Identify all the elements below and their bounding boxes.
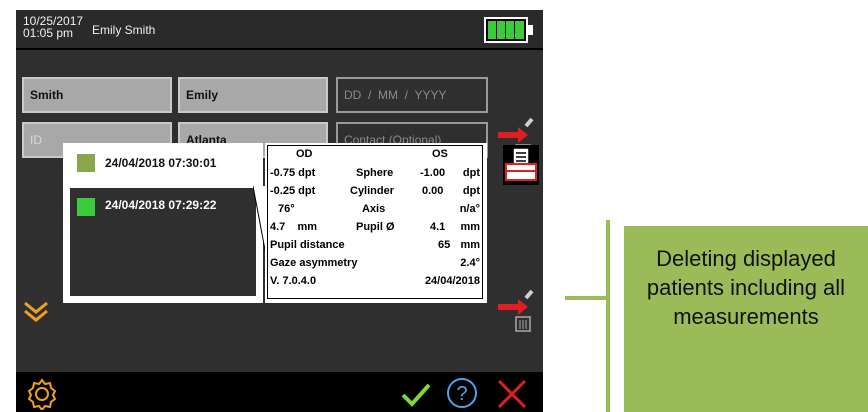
last-name-field[interactable]: Smith [22, 77, 172, 113]
pupil-distance-label: Pupil distance [270, 239, 345, 251]
measure-name: Cylinder [350, 185, 395, 197]
gaze-asymmetry-label: Gaze asymmetry [270, 257, 358, 269]
os-unit: dpt [462, 167, 480, 179]
os-unit: dpt [462, 185, 480, 197]
record-marker [77, 154, 95, 172]
record-label: 24/04/2018 07:29:22 [105, 198, 217, 212]
measurement-table: OD OS -0.75 dpt Sphere -1.00 dpt -0.25 d… [267, 145, 483, 299]
od-value: 76° [278, 203, 295, 215]
status-bar: 10/25/2017 01:05 pm Emily Smith [16, 10, 543, 48]
list-item-selected[interactable]: 24/04/2018 07:29:22 [70, 188, 256, 296]
user-name: Emily Smith [92, 23, 156, 37]
callout-box: Deleting displayed patients including al… [624, 226, 868, 412]
device-screen: 10/25/2017 01:05 pm Emily Smith Smith Em… [16, 10, 543, 412]
measure-name: Sphere [356, 167, 394, 179]
gear-icon[interactable] [26, 378, 58, 410]
first-name-field[interactable]: Emily [178, 77, 328, 113]
measurement-detail: OD OS -0.75 dpt Sphere -1.00 dpt -0.25 d… [265, 143, 487, 303]
od-value: 4.7 mm [270, 221, 318, 233]
battery-icon [484, 17, 533, 43]
close-icon[interactable] [496, 378, 528, 410]
dob-placeholder: DD / MM / YYYY [344, 88, 447, 102]
last-name-value: Smith [30, 88, 64, 102]
os-unit: n/a° [459, 203, 480, 215]
first-name-value: Emily [186, 88, 219, 102]
version-label: V. 7.0.4.0 [270, 275, 317, 287]
os-unit: mm [460, 221, 480, 233]
time-text: 01:05 pm [23, 26, 74, 40]
gaze-asymmetry-value: 2.4° [460, 257, 480, 269]
chevron-down-icon[interactable] [22, 300, 50, 324]
os-value: -1.00 [420, 167, 446, 179]
measurement-list: 24/04/2018 07:30:01 24/04/2018 07:29:22 [63, 143, 275, 303]
os-value: 4.1 [430, 221, 446, 233]
print-icon[interactable] [503, 145, 539, 185]
svg-text:?: ? [456, 383, 467, 405]
measure-name: Axis [362, 203, 386, 215]
confirm-check-icon[interactable] [400, 382, 432, 408]
callout-connector [565, 296, 607, 300]
list-item[interactable]: 24/04/2018 07:30:01 [70, 149, 256, 177]
od-value: -0.25 dpt [270, 185, 316, 197]
os-header: OS [432, 148, 448, 160]
help-icon[interactable]: ? [446, 377, 478, 409]
pupil-distance-value: 65 [438, 239, 451, 251]
od-header: OD [296, 148, 313, 160]
dob-field[interactable]: DD / MM / YYYY [336, 77, 488, 113]
version-date: 24/04/2018 [424, 275, 480, 287]
bottom-toolbar: ? [16, 374, 543, 412]
os-value: 0.00 [422, 185, 444, 197]
measure-name: Pupil Ø [356, 221, 395, 233]
record-label: 24/04/2018 07:30:01 [105, 156, 217, 170]
id-placeholder: ID [30, 133, 42, 147]
callout-bracket [606, 220, 610, 412]
record-marker [77, 198, 95, 216]
callout-text: Deleting displayed patients including al… [646, 246, 846, 329]
datetime: 10/25/2017 01:05 pm [23, 15, 83, 39]
delete-measurement-button[interactable] [496, 288, 536, 332]
pupil-distance-unit: mm [460, 239, 480, 251]
od-value: -0.75 dpt [270, 167, 316, 179]
